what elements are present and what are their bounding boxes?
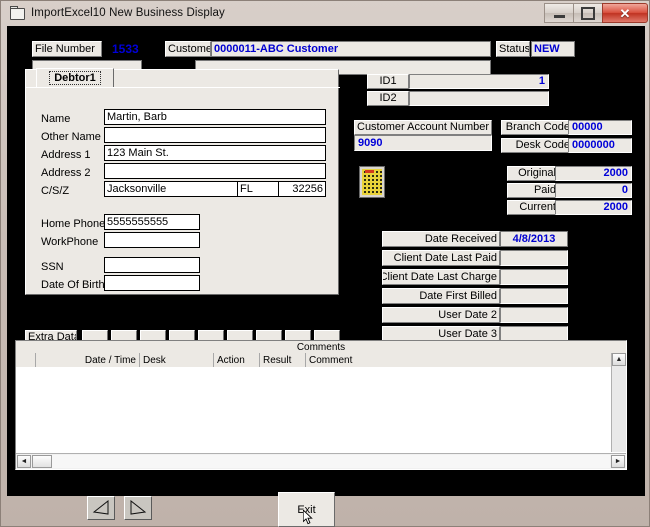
comments-grid[interactable]: Comments Date / Time Desk Action Result … [15,340,627,470]
tab-debtor1[interactable]: Debtor1 [36,68,114,87]
work-phone-label: WorkPhone [41,237,98,248]
address1-input[interactable]: 123 Main St. [104,145,326,161]
hscroll-track[interactable] [52,455,610,468]
city-input[interactable]: Jacksonville [104,181,238,197]
file-number-value: 1533 [112,41,172,57]
scroll-left-icon[interactable]: ◄ [17,455,31,468]
minimize-button[interactable] [544,3,574,23]
csz-label: C/S/Z [41,186,69,197]
customer-label: Customer [165,41,211,57]
user-date-2-label: User Date 2 [382,307,500,323]
address1-label: Address 1 [41,150,91,161]
date-received-value[interactable]: 4/8/2013 [500,231,568,247]
current-label: Current [507,200,559,215]
original-label: Original [507,166,559,181]
date-received-label: Date Received [382,231,500,247]
col-selector[interactable] [16,353,36,367]
ssn-label: SSN [41,262,64,273]
form-canvas: File Number 1533 Customer 0000011-ABC Cu… [7,26,645,496]
other-name-label: Other Name [41,132,101,143]
comments-grid-body[interactable] [16,367,626,452]
customer-account-number-value[interactable]: 9090 [354,135,492,151]
paid-value[interactable]: 0 [555,183,632,198]
exit-button[interactable]: Exit [278,492,335,527]
home-phone-label: Home Phone [41,219,105,230]
dob-label: Date Of Birth [41,280,105,291]
ssn-input[interactable] [104,257,200,273]
window-controls: ✕ [545,3,648,23]
file-number-label: File Number [32,41,102,57]
original-value[interactable]: 2000 [555,166,632,181]
minimize-icon [554,15,565,18]
branch-code-value[interactable]: 00000 [568,120,632,135]
branch-code-label: Branch Code [501,120,573,135]
work-phone-input[interactable] [104,232,200,248]
user-date-2-value[interactable] [500,307,568,323]
address2-input[interactable] [104,163,326,179]
debtor-tab-panel: Debtor1 Name Other Name Address 1 Addres… [25,69,339,295]
desk-code-label: Desk Code [501,138,573,153]
client-date-last-paid-value[interactable] [500,250,568,266]
close-icon: ✕ [620,7,631,20]
col-desk[interactable]: Desk [140,353,214,367]
col-action[interactable]: Action [214,353,260,367]
date-first-billed-value[interactable] [500,288,568,304]
date-first-billed-label: Date First Billed [382,288,500,304]
id1-value[interactable]: 1 [409,74,549,89]
client-date-last-paid-label: Client Date Last Paid [382,250,500,266]
comments-horizontal-scrollbar[interactable]: ◄ ► [16,453,626,469]
comments-grid-header: Date / Time Desk Action Result Comment [16,353,626,368]
folder-icon [9,6,25,20]
col-comment[interactable]: Comment [306,353,626,367]
maximize-icon [581,7,595,20]
zip-input[interactable]: 32256 [278,181,326,197]
client-date-last-charge-value[interactable] [500,269,568,285]
building-icon[interactable] [359,166,385,198]
customer-value[interactable]: 0000011-ABC Customer [211,41,491,57]
other-name-input[interactable] [104,127,326,143]
tab-debtor1-label: Debtor1 [49,71,101,85]
id2-label: ID2 [367,91,409,106]
maximize-button[interactable] [573,3,603,23]
customer-account-number-label: Customer Account Number [354,120,492,135]
client-date-last-charge-label: Client Date Last Charge [382,269,500,285]
current-value[interactable]: 2000 [555,200,632,215]
name-input[interactable]: Martin, Barb [104,109,326,125]
address2-label: Address 2 [41,168,91,179]
previous-record-button[interactable] [87,496,115,520]
previous-arrow-icon [92,500,110,516]
title-bar[interactable]: ImportExcel10 New Business Display ✕ [1,1,650,25]
scroll-up-icon[interactable]: ▲ [612,353,626,366]
close-button[interactable]: ✕ [602,3,648,23]
application-window: ImportExcel10 New Business Display ✕ Fil… [0,0,650,527]
window-title: ImportExcel10 New Business Display [31,7,225,19]
id2-value[interactable] [409,91,549,106]
id1-label: ID1 [367,74,409,89]
dob-input[interactable] [104,275,200,291]
col-date-time[interactable]: Date / Time [36,353,140,367]
home-phone-input[interactable]: 5555555555 [104,214,200,230]
comments-vertical-scrollbar[interactable]: ▲ [611,353,626,452]
next-arrow-icon [129,500,147,516]
col-result[interactable]: Result [260,353,306,367]
status-label: Status [496,41,530,57]
desk-code-value[interactable]: 0000000 [568,138,632,153]
status-value: NEW [531,41,575,57]
name-label: Name [41,114,70,125]
scroll-right-icon[interactable]: ► [611,455,625,468]
paid-label: Paid [507,183,559,198]
hscroll-thumb[interactable] [32,455,52,468]
state-input[interactable]: FL [237,181,279,197]
next-record-button[interactable] [124,496,152,520]
exit-button-label: Exit [297,504,315,516]
